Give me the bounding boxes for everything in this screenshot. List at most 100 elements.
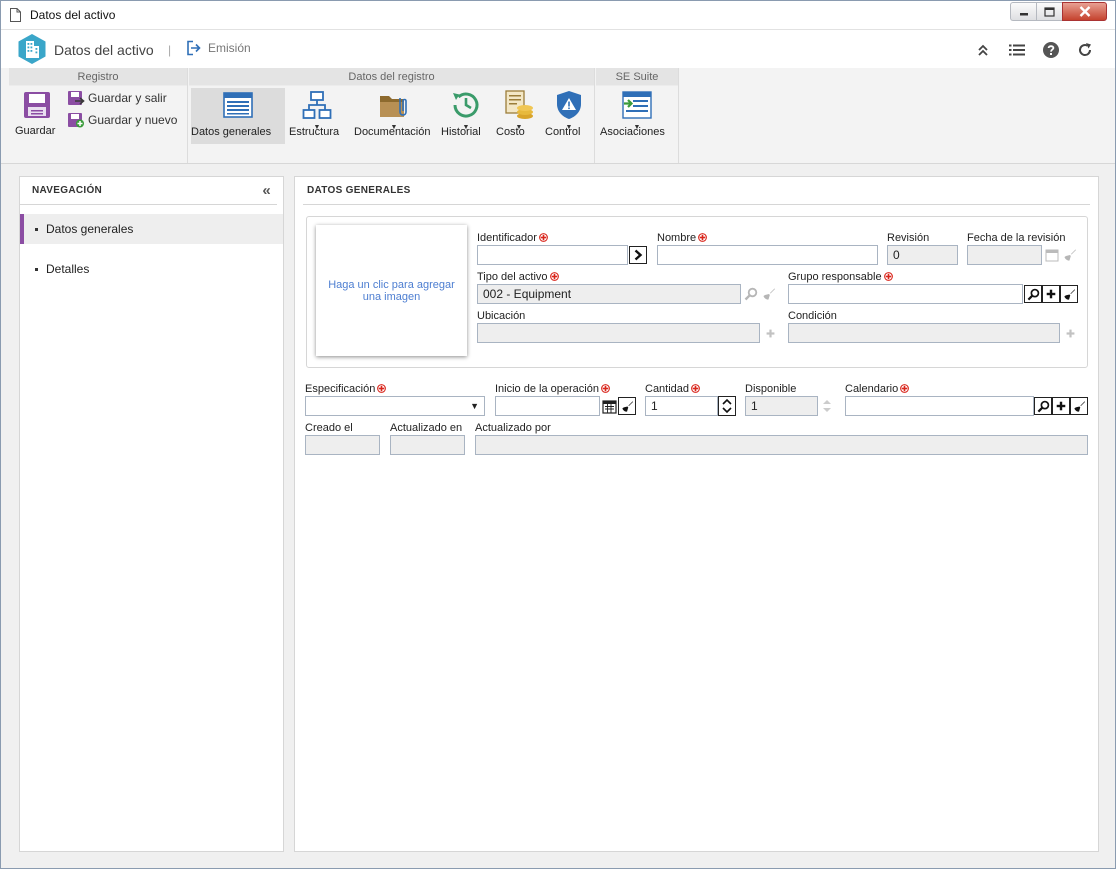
save-icon bbox=[24, 92, 50, 118]
calendario-label: Calendario bbox=[845, 383, 909, 395]
dropdown-arrow-icon: ▼ bbox=[470, 401, 479, 411]
add-group-button[interactable] bbox=[1042, 285, 1060, 303]
guardar-button[interactable]: Guardar bbox=[15, 88, 59, 137]
nav-item-detalles[interactable]: Detalles bbox=[20, 254, 283, 284]
guardar-label: Guardar bbox=[15, 125, 56, 137]
save-new-icon bbox=[68, 113, 84, 128]
required-icon bbox=[601, 384, 610, 393]
guardar-y-salir-button[interactable]: Guardar y salir bbox=[67, 90, 167, 106]
search-group-button[interactable] bbox=[1024, 285, 1042, 303]
associations-icon bbox=[622, 91, 652, 119]
actualizado-en-field bbox=[390, 435, 465, 455]
ribbon-toolbar: Registro Guardar Guardar y salir Guardar… bbox=[1, 68, 1115, 164]
bullet-icon bbox=[35, 268, 38, 271]
nombre-input[interactable] bbox=[657, 245, 878, 265]
plus-icon bbox=[1055, 400, 1067, 412]
control-label: Control bbox=[545, 126, 581, 138]
calendar-icon bbox=[1045, 249, 1059, 262]
search-icon bbox=[1037, 400, 1050, 413]
required-icon bbox=[698, 233, 707, 242]
title-bar: Datos del activo bbox=[1, 1, 1115, 30]
required-icon bbox=[884, 272, 893, 281]
asociaciones-button[interactable]: Asociaciones ▼ bbox=[600, 88, 674, 138]
asociaciones-label: Asociaciones bbox=[600, 126, 665, 138]
stepper-arrows-icon bbox=[823, 400, 831, 412]
maximize-button[interactable] bbox=[1036, 2, 1062, 21]
calendario-input[interactable] bbox=[845, 396, 1034, 416]
navigation-title: NAVEGACIÓN bbox=[32, 185, 103, 196]
clear-calendar-button[interactable] bbox=[1070, 397, 1088, 415]
grupo-responsable-input[interactable] bbox=[788, 284, 1023, 304]
save-exit-icon bbox=[68, 91, 85, 105]
emision-label: Emisión bbox=[208, 41, 251, 55]
nav-item-label: Detalles bbox=[46, 262, 90, 276]
plus-icon bbox=[1045, 288, 1057, 300]
required-icon bbox=[377, 384, 386, 393]
refresh-icon bbox=[1079, 43, 1092, 56]
group-title: Datos del registro bbox=[189, 68, 594, 86]
revision-label: Revisión bbox=[887, 232, 930, 244]
navigation-panel: NAVEGACIÓN « Datos generales Detalles bbox=[19, 176, 284, 852]
clear-group-button[interactable] bbox=[1060, 285, 1078, 303]
search-calendar-button[interactable] bbox=[1034, 397, 1052, 415]
tipo-activo-label: Tipo del activo bbox=[477, 271, 559, 283]
calendar-button[interactable] bbox=[600, 397, 618, 415]
close-button[interactable] bbox=[1062, 2, 1107, 21]
grupo-responsable-label: Grupo responsable bbox=[788, 271, 893, 283]
documentacion-button[interactable]: Documentación ▼ bbox=[354, 88, 434, 138]
ribbon-group-datos-registro: Datos del registro Datos generales Estru… bbox=[189, 68, 595, 163]
especificacion-select[interactable]: ▼ bbox=[305, 396, 485, 416]
emision-link[interactable]: Emisión bbox=[186, 40, 251, 56]
clear-disabled-button bbox=[1061, 246, 1079, 264]
image-upload-area[interactable]: Haga un clic para agregar una imagen bbox=[316, 225, 467, 356]
fecha-revision-label: Fecha de la revisión bbox=[967, 232, 1066, 244]
history-icon bbox=[453, 92, 479, 118]
list-icon bbox=[1009, 44, 1025, 56]
guardar-y-nuevo-button[interactable]: Guardar y nuevo bbox=[67, 112, 177, 128]
nav-item-label: Datos generales bbox=[46, 222, 134, 236]
identificador-input[interactable] bbox=[477, 245, 628, 265]
inicio-operacion-input[interactable] bbox=[495, 396, 600, 416]
clear-disabled-button bbox=[760, 285, 778, 303]
cantidad-stepper[interactable] bbox=[718, 396, 736, 416]
cantidad-label: Cantidad bbox=[645, 383, 700, 395]
identificador-label: Identificador bbox=[477, 232, 548, 244]
ribbon-group-se-suite: SE Suite Asociaciones ▼ bbox=[596, 68, 679, 163]
collapse-ribbon-button[interactable] bbox=[973, 40, 993, 60]
estructura-label: Estructura bbox=[289, 126, 340, 138]
costo-button[interactable]: Costo ▼ bbox=[496, 88, 542, 138]
creado-el-label: Creado el bbox=[305, 422, 353, 434]
guardar-y-salir-label: Guardar y salir bbox=[88, 91, 167, 105]
add-calendar-button[interactable] bbox=[1052, 397, 1070, 415]
estructura-button[interactable]: Estructura ▼ bbox=[289, 88, 345, 138]
clear-date-button[interactable] bbox=[618, 397, 636, 415]
fecha-revision-field bbox=[967, 245, 1042, 265]
refresh-button[interactable] bbox=[1075, 40, 1095, 60]
actualizado-por-label: Actualizado por bbox=[475, 422, 551, 434]
cantidad-input[interactable]: 1 bbox=[645, 396, 718, 416]
general-data-icon bbox=[223, 92, 253, 118]
next-identifier-button[interactable] bbox=[629, 246, 647, 264]
minimize-button[interactable] bbox=[1010, 2, 1036, 21]
control-button[interactable]: Control ▼ bbox=[545, 88, 593, 138]
revision-field: 0 bbox=[887, 245, 958, 265]
stepper-arrows-icon bbox=[722, 398, 732, 414]
search-icon bbox=[744, 287, 758, 301]
list-button[interactable] bbox=[1007, 40, 1027, 60]
ribbon-group-registro: Registro Guardar Guardar y salir Guardar… bbox=[9, 68, 188, 163]
add-condition-disabled-button bbox=[1061, 324, 1079, 342]
historial-button[interactable]: Historial ▼ bbox=[441, 88, 491, 138]
help-button[interactable] bbox=[1041, 40, 1061, 60]
collapse-panel-icon[interactable]: « bbox=[262, 177, 271, 205]
exit-arrow-icon bbox=[187, 40, 201, 56]
brush-icon bbox=[1073, 400, 1086, 413]
documentacion-label: Documentación bbox=[354, 126, 431, 138]
nav-item-datos-generales[interactable]: Datos generales bbox=[20, 214, 283, 244]
shield-warning-icon bbox=[557, 91, 581, 119]
calendar-disabled-button bbox=[1043, 246, 1061, 264]
required-icon bbox=[900, 384, 909, 393]
costo-label: Costo bbox=[496, 126, 525, 138]
window-controls bbox=[1010, 2, 1107, 21]
panel-header: DATOS GENERALES bbox=[303, 177, 1090, 205]
datos-generales-button[interactable]: Datos generales bbox=[191, 88, 285, 144]
